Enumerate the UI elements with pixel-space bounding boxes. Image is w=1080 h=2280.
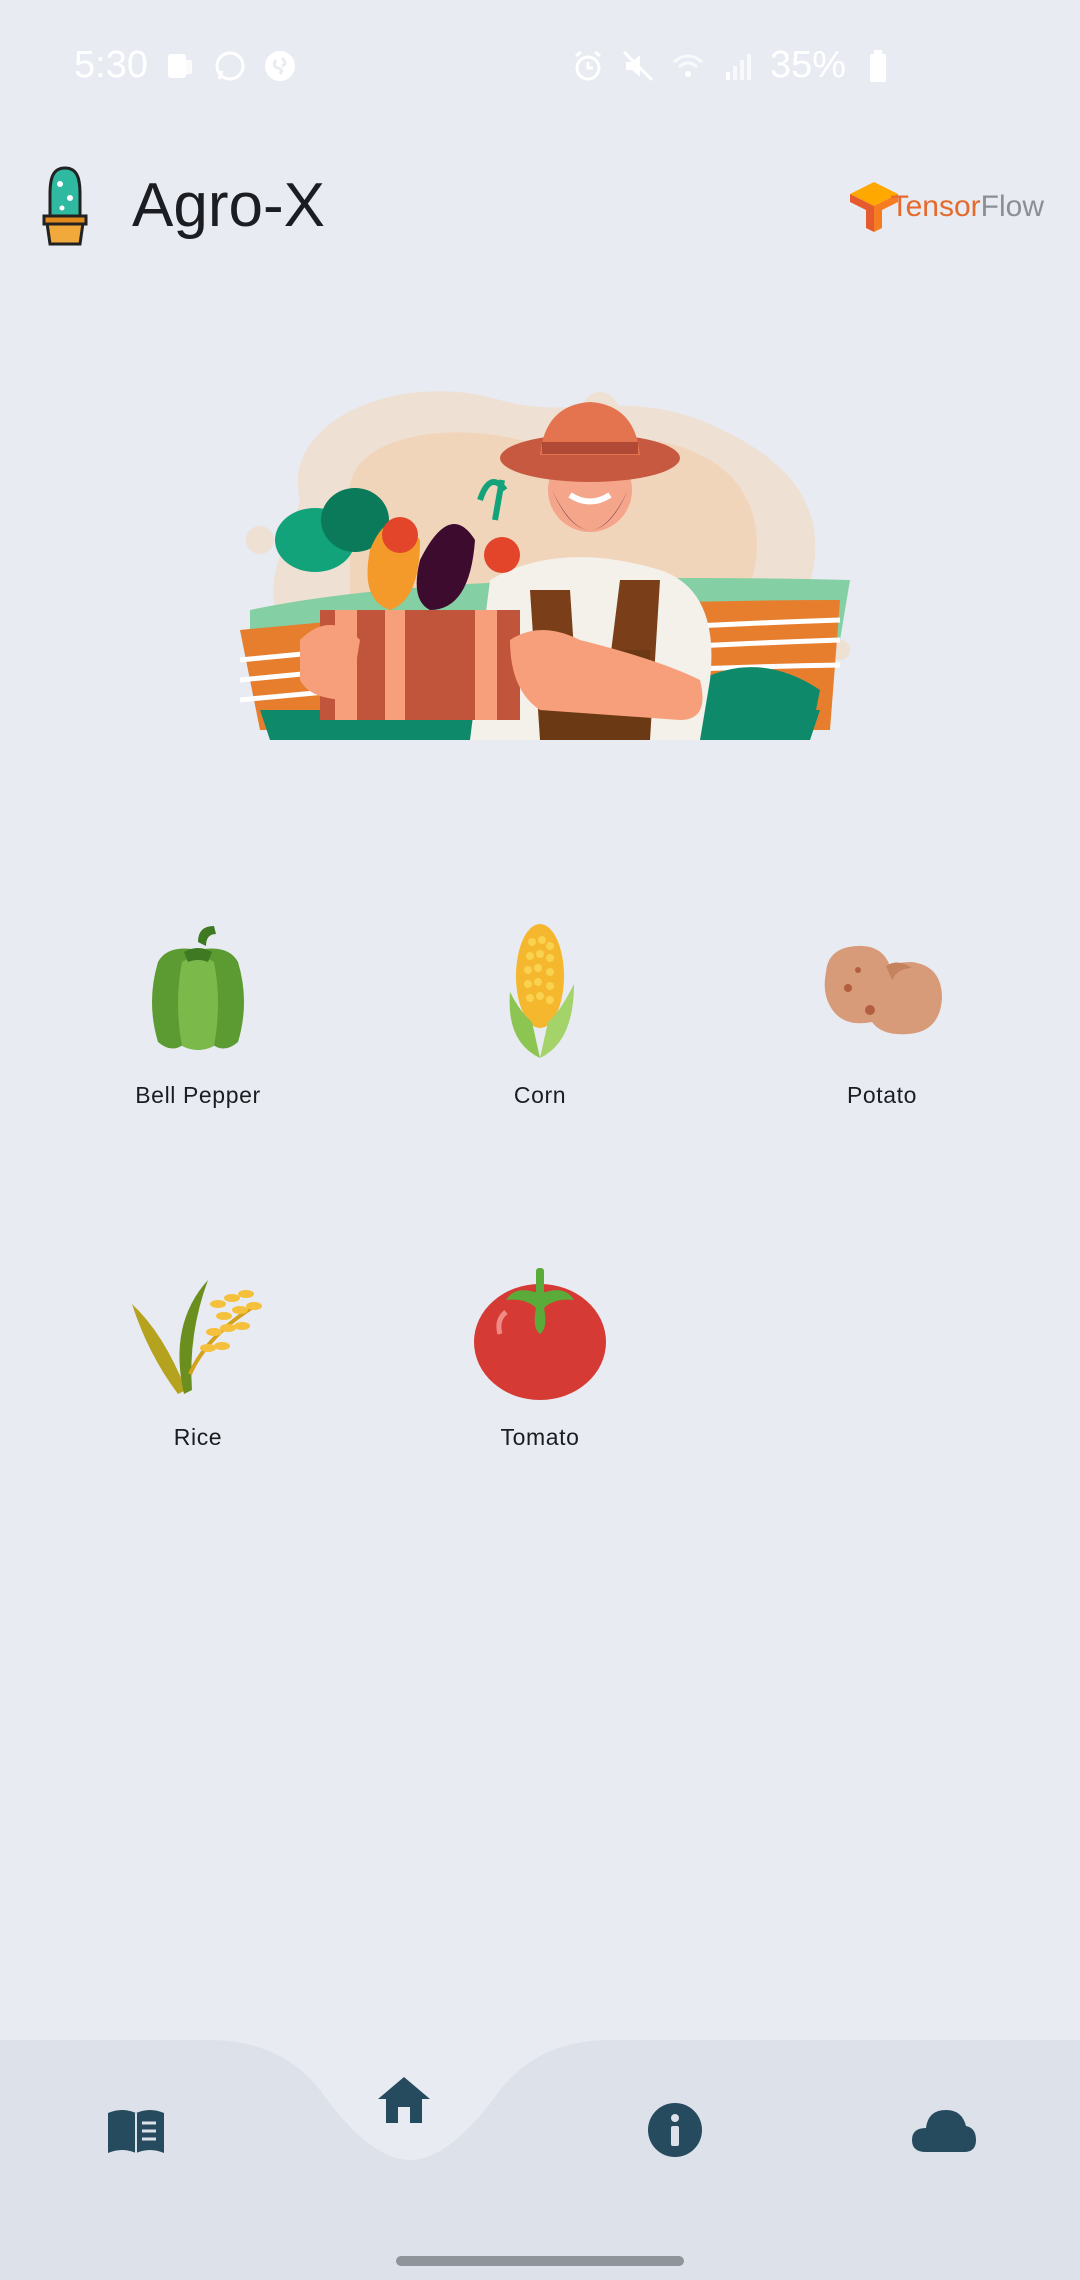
status-time: 5:30 <box>74 44 148 86</box>
app-bar: Agro-X TensorFlow <box>0 150 1080 270</box>
crop-label: Rice <box>173 1424 223 1450</box>
nav-home-button[interactable] <box>364 2060 444 2140</box>
crop-card-bell-pepper[interactable]: Bell Pepper <box>88 922 308 1152</box>
potato-icon <box>824 945 942 1035</box>
app-title: Agro-X <box>132 171 325 240</box>
signal-icon <box>725 53 751 80</box>
notification-icons <box>162 48 298 84</box>
tf-text-flow: Flow <box>980 190 1044 223</box>
battery-icon <box>870 49 886 82</box>
cactus-logo-icon <box>42 166 88 246</box>
corn-icon <box>509 924 574 1058</box>
crop-card-potato[interactable]: Potato <box>772 922 992 1152</box>
tf-text-tensor: Tensor <box>890 190 981 223</box>
farmer-illustration <box>240 391 850 740</box>
gesture-home-bar[interactable] <box>396 2256 684 2266</box>
mute-icon <box>622 50 653 81</box>
tomato-icon <box>474 1268 606 1400</box>
book-icon <box>108 2110 164 2153</box>
home-icon <box>378 2077 430 2123</box>
bottom-navigation <box>0 2040 1080 2280</box>
whatsapp-icon <box>215 51 245 81</box>
crop-card-corn[interactable]: Corn <box>430 922 650 1152</box>
crop-label: Corn <box>513 1082 567 1108</box>
wifi-icon <box>672 54 703 77</box>
notification-app-icon <box>168 54 192 78</box>
alarm-icon <box>575 50 601 80</box>
info-icon <box>648 2103 702 2157</box>
status-bar: 5:30 35% <box>0 0 1080 136</box>
crop-label: Bell Pepper <box>135 1082 261 1108</box>
crop-label: Tomato <box>500 1424 580 1450</box>
bell-pepper-icon <box>152 926 244 1050</box>
nav-guide-button[interactable] <box>96 2090 176 2170</box>
crop-card-tomato[interactable]: Tomato <box>430 1264 650 1494</box>
nav-info-button[interactable] <box>635 2090 715 2170</box>
nav-cloud-button[interactable] <box>904 2090 984 2170</box>
cloud-icon <box>912 2110 976 2152</box>
crop-label: Potato <box>846 1082 918 1108</box>
shazam-icon <box>265 51 295 81</box>
rice-icon <box>132 1280 262 1394</box>
battery-percent: 35% <box>769 44 846 86</box>
crop-card-rice[interactable]: Rice <box>88 1264 308 1494</box>
